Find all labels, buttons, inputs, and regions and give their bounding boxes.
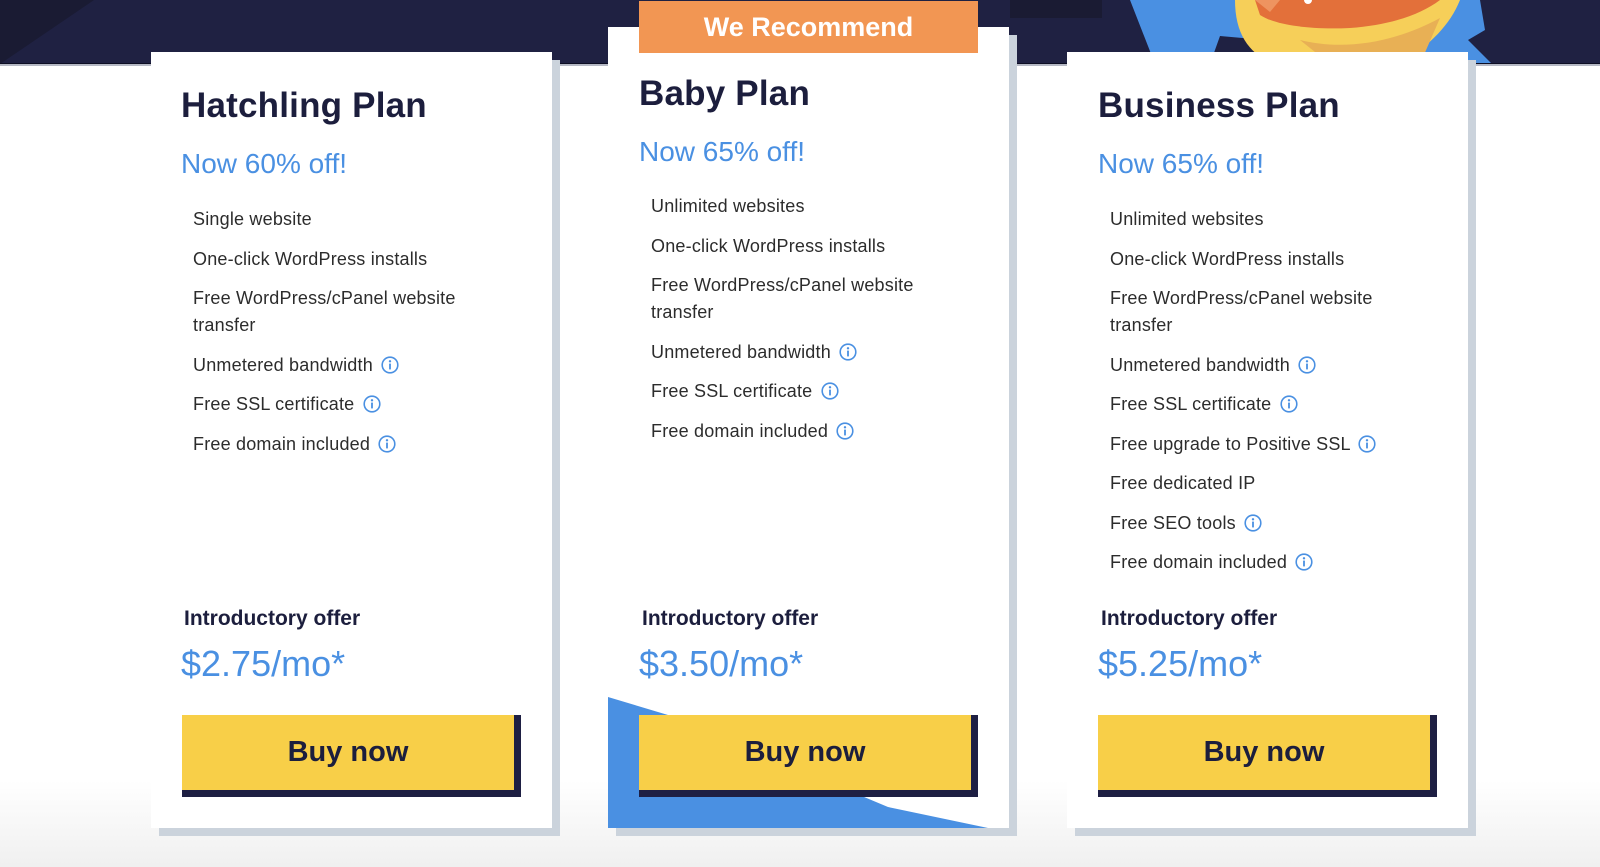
info-icon[interactable] xyxy=(381,355,399,374)
feature-item: Free WordPress/cPanel website transfer xyxy=(193,285,503,339)
info-icon[interactable] xyxy=(1295,552,1313,571)
feature-text: Free SSL certificate xyxy=(1110,394,1272,414)
feature-text: One-click WordPress installs xyxy=(193,248,428,269)
feature-list: Unlimited websites One-click WordPress in… xyxy=(1110,206,1420,589)
hero-shade-decoration xyxy=(0,0,94,63)
info-icon[interactable] xyxy=(1298,355,1316,374)
feature-text: Single website xyxy=(193,209,312,229)
feature-text: Free SSL certificate xyxy=(193,394,355,414)
feature-text: Free domain included xyxy=(193,433,371,454)
feature-item: One-click WordPress installs xyxy=(1110,246,1420,273)
feature-text: Free SSL certificate xyxy=(651,381,813,401)
plan-title: Hatchling Plan xyxy=(181,86,427,125)
feature-item: One-click WordPress installs xyxy=(193,246,503,273)
offer-label: Introductory offer xyxy=(184,607,361,630)
buy-now-button-baby[interactable]: Buy now xyxy=(639,715,978,797)
feature-text: One-click WordPress installs xyxy=(651,235,886,256)
info-icon[interactable] xyxy=(821,381,839,400)
info-icon[interactable] xyxy=(1358,434,1376,453)
info-icon[interactable] xyxy=(839,342,857,361)
feature-item: Free SSL certificate xyxy=(1110,391,1420,418)
feature-text: Free upgrade to Positive SSL xyxy=(1110,433,1351,454)
feature-item: Unlimited websites xyxy=(651,193,961,220)
info-icon[interactable] xyxy=(363,394,381,413)
feature-text: Free WordPress/cPanel website transfer xyxy=(1110,288,1373,335)
feature-item: Single website xyxy=(193,206,503,233)
offer-label: Introductory offer xyxy=(642,607,819,630)
plan-discount: Now 65% off! xyxy=(1098,148,1265,179)
plan-price: $3.50/mo* xyxy=(639,643,804,684)
feature-text: Unmetered bandwidth xyxy=(193,354,373,375)
feature-text: Free WordPress/cPanel website transfer xyxy=(651,275,914,322)
feature-item: Free domain included xyxy=(1110,549,1420,576)
feature-item: Free SSL certificate xyxy=(651,378,961,405)
feature-text: Unmetered bandwidth xyxy=(651,341,831,362)
feature-item: Free SSL certificate xyxy=(193,391,503,418)
feature-item: Free dedicated IP xyxy=(1110,470,1420,497)
feature-item: Unmetered bandwidth xyxy=(651,339,961,366)
plan-discount: Now 65% off! xyxy=(639,136,806,167)
feature-list: Single website One-click WordPress instal… xyxy=(193,206,503,470)
feature-item: One-click WordPress installs xyxy=(651,233,961,260)
feature-item: Free domain included xyxy=(651,418,961,445)
feature-item: Unmetered bandwidth xyxy=(193,352,503,379)
feature-item: Free SEO tools xyxy=(1110,510,1420,537)
feature-text: Unmetered bandwidth xyxy=(1110,354,1290,375)
info-icon[interactable] xyxy=(1280,394,1298,413)
feature-list: Unlimited websites One-click WordPress in… xyxy=(651,193,961,457)
plan-price: $5.25/mo* xyxy=(1098,643,1263,684)
buy-now-button-hatchling[interactable]: Buy now xyxy=(182,715,521,797)
feature-text: One-click WordPress installs xyxy=(1110,248,1345,269)
recommended-ribbon: We Recommend xyxy=(639,1,978,53)
hero-shade-decoration xyxy=(1010,0,1102,18)
feature-text: Unlimited websites xyxy=(1110,209,1264,229)
buy-now-button-business[interactable]: Buy now xyxy=(1098,715,1437,797)
plan-title: Business Plan xyxy=(1098,86,1340,125)
feature-item: Free domain included xyxy=(193,431,503,458)
offer-label: Introductory offer xyxy=(1101,607,1278,630)
info-icon[interactable] xyxy=(836,421,854,440)
feature-text: Free WordPress/cPanel website transfer xyxy=(193,288,456,335)
feature-text: Free domain included xyxy=(1110,552,1288,572)
feature-item: Free upgrade to Positive SSL xyxy=(1110,431,1420,458)
feature-item: Unlimited websites xyxy=(1110,206,1420,233)
plan-price: $2.75/mo* xyxy=(181,643,346,684)
feature-item: Unmetered bandwidth xyxy=(1110,352,1420,379)
feature-text: Free domain included xyxy=(651,420,829,441)
feature-text: Free SEO tools xyxy=(1110,512,1236,533)
info-icon[interactable] xyxy=(378,434,396,453)
plan-discount: Now 60% off! xyxy=(181,148,348,179)
plan-title: Baby Plan xyxy=(639,74,811,113)
pricing-page: Hatchling Plan Now 60% off! Single websi… xyxy=(0,0,1600,867)
info-icon[interactable] xyxy=(1244,513,1262,532)
feature-item: Free WordPress/cPanel website transfer xyxy=(651,272,961,326)
feature-item: Free WordPress/cPanel website transfer xyxy=(1110,285,1420,339)
feature-text: Free dedicated IP xyxy=(1110,473,1256,493)
feature-text: Unlimited websites xyxy=(651,196,805,216)
